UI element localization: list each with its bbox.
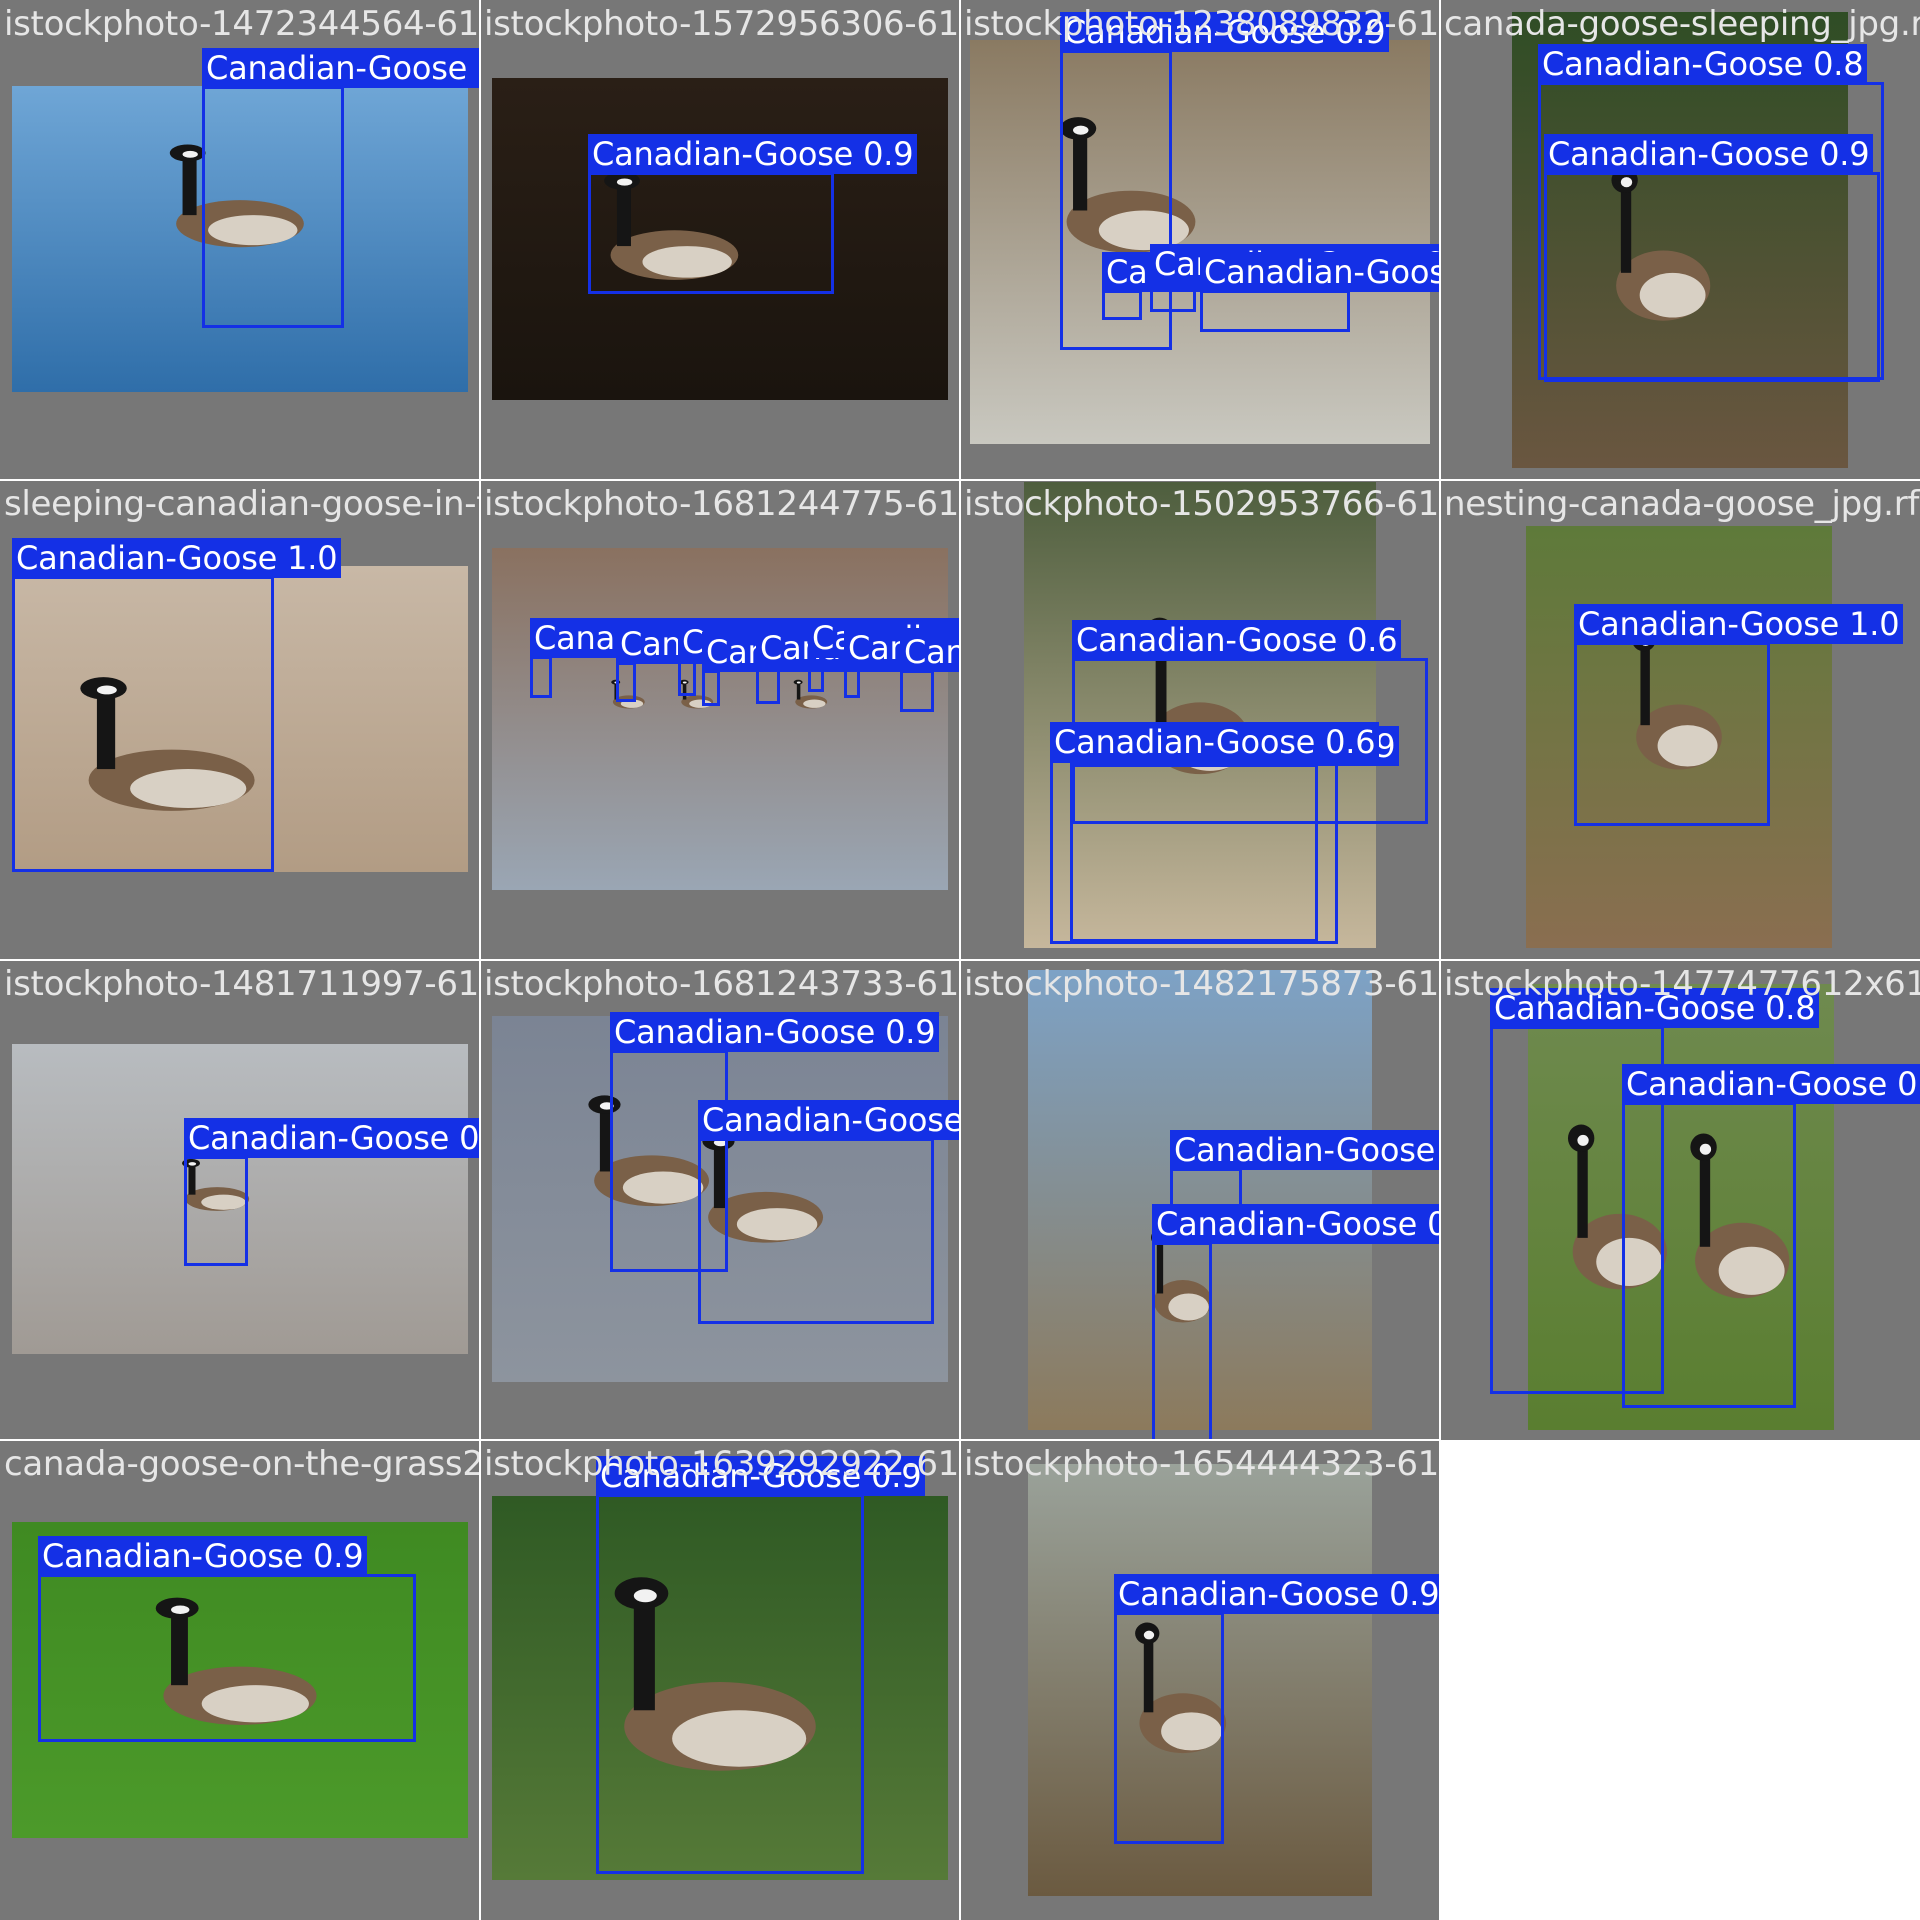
goose-photo (970, 40, 1430, 444)
detection-label: Canadian-Goose 0.9 (184, 1118, 480, 1158)
detection-box (530, 656, 552, 698)
image-filename: nesting-canada-goose_jpg.rf. (1444, 484, 1920, 524)
detection-box (596, 1494, 864, 1874)
image-filename: istockphoto-1572956306-612x612_jpg.rf.63 (484, 4, 960, 44)
detection-label: Canadian-Goose 0.6 (1152, 1204, 1440, 1244)
detection-box (616, 662, 636, 702)
detection-label: Canadian-Goose 0.3 (1200, 252, 1440, 292)
detection-label: Canadian-Goose 0.6 (1072, 620, 1402, 660)
detection-box (1622, 1102, 1796, 1408)
mosaic-tile: istockphoto-1654444323-612x612_jpg.rf.c7… (960, 1440, 1440, 1920)
mosaic-tile: istockphoto-1481711997-612x612_jpg.rf.5a… (0, 960, 480, 1440)
mosaic-tile: canada-goose-sleeping_jpg.rf. Canadian-Go… (1440, 0, 1920, 480)
detection-box (678, 660, 696, 696)
detection-label: Canadian-Goose 0.9 (588, 134, 918, 174)
image-filename: istockphoto-1482175873-612x612_jpg.rf. (964, 964, 1440, 1004)
image-filename: istockphoto-1639292922-612x612_jpg.rf.76 (484, 1444, 960, 1484)
mosaic-tile: istockphoto-1572956306-612x612_jpg.rf.63… (480, 0, 960, 480)
image-filename: istockphoto-1681244775-612x612_jpg.rf.15 (484, 484, 960, 524)
mosaic-tile: sleeping-canadian-goose-in-the-park_jpg.… (0, 480, 480, 960)
detection-label: Canadian-Goose 0.9 (38, 1536, 368, 1576)
detection-box (1114, 1612, 1224, 1844)
goose-photo (492, 548, 948, 890)
detection-label: Canadian-Goose 0.9 (202, 48, 480, 88)
detection-box (702, 670, 720, 706)
grid-divider (0, 1439, 1440, 1441)
mosaic-tile: istockphoto-1472344564-612x612_jpg.rf.57… (0, 0, 480, 480)
detection-label: Canadian-Goose 0.9 (698, 1100, 960, 1140)
mosaic-tile: istockphoto-1681243733-612x612_jpg.rf.b4… (480, 960, 960, 1440)
mosaic-tile: istockphoto-1477477612x612_jpg Canadian-G… (1440, 960, 1920, 1440)
image-filename: istockphoto-1238089832-612x612_jpg.rf.79 (964, 4, 1440, 44)
detection-label: Canadian-Goose 1.0 (12, 538, 342, 578)
detection-box (588, 172, 834, 294)
mosaic-tile: istockphoto-1681244775-612x612_jpg.rf.15… (480, 480, 960, 960)
detection-box (1102, 290, 1142, 320)
mosaic-tile: istockphoto-1482175873-612x612_jpg.rf. Ca… (960, 960, 1440, 1440)
image-filename: canada-goose-on-the-grass2_jpg.rf. (4, 1444, 480, 1484)
detection-box (1152, 1242, 1212, 1440)
mosaic-tile: canada-goose-on-the-grass2_jpg.rf. Canadi… (0, 1440, 480, 1920)
detection-label: Canadian-Goose 0.9 (1114, 1574, 1440, 1614)
detection-label: Canadian-Goose 0.8 (1538, 44, 1868, 84)
detection-mosaic: istockphoto-1472344564-612x612_jpg.rf.57… (0, 0, 1920, 1920)
detection-box (1200, 290, 1350, 332)
detection-box (1574, 642, 1770, 826)
grid-divider (0, 959, 1920, 961)
grid-divider (0, 479, 1920, 481)
mosaic-tile: nesting-canada-goose_jpg.rf. Canadian-Goo… (1440, 480, 1920, 960)
image-filename: istockphoto-1654444323-612x612_jpg.rf.c7 (964, 1444, 1440, 1484)
detection-box (38, 1574, 416, 1742)
detection-box (1544, 172, 1880, 382)
detection-box (1050, 760, 1338, 944)
image-filename: istockphoto-1481711997-612x612_jpg.rf.5a (4, 964, 480, 1004)
detection-label: Canadian-Goose 0.7 (900, 632, 960, 672)
image-filename: istockphoto-1502953766-612x612_jpg.rf.8a (964, 484, 1440, 524)
mosaic-tile: istockphoto-1238089832-612x612_jpg.rf.79… (960, 0, 1440, 480)
detection-box (900, 670, 934, 712)
image-filename: canada-goose-sleeping_jpg.rf. (1444, 4, 1920, 44)
detection-box (698, 1138, 934, 1324)
detection-label: Canadian-Goose 0.9 (610, 1012, 940, 1052)
detection-label: Canadian-Goose 0.6 (1050, 722, 1380, 762)
mosaic-tile: istockphoto-1502953766-612x612_jpg.rf.8a… (960, 480, 1440, 960)
detection-label: Canadian-Goose 0.9 (1622, 1064, 1920, 1104)
detection-label: Canadian-Goose 0.9 (1170, 1130, 1440, 1170)
detection-box (202, 86, 344, 328)
detection-box (184, 1156, 248, 1266)
detection-box (12, 576, 274, 872)
mosaic-tile: istockphoto-1639292922-612x612_jpg.rf.76… (480, 1440, 960, 1920)
image-filename: istockphoto-1472344564-612x612_jpg.rf.57 (4, 4, 480, 44)
image-filename: sleeping-canadian-goose-in-the-park_jpg.… (4, 484, 480, 524)
detection-label: Canadian-Goose 1.0 (1574, 604, 1904, 644)
image-filename: istockphoto-1681243733-612x612_jpg.rf.b4 (484, 964, 960, 1004)
detection-label: Canadian-Goose 0.9 (1544, 134, 1874, 174)
image-filename: istockphoto-1477477612x612_jpg (1444, 964, 1920, 1004)
